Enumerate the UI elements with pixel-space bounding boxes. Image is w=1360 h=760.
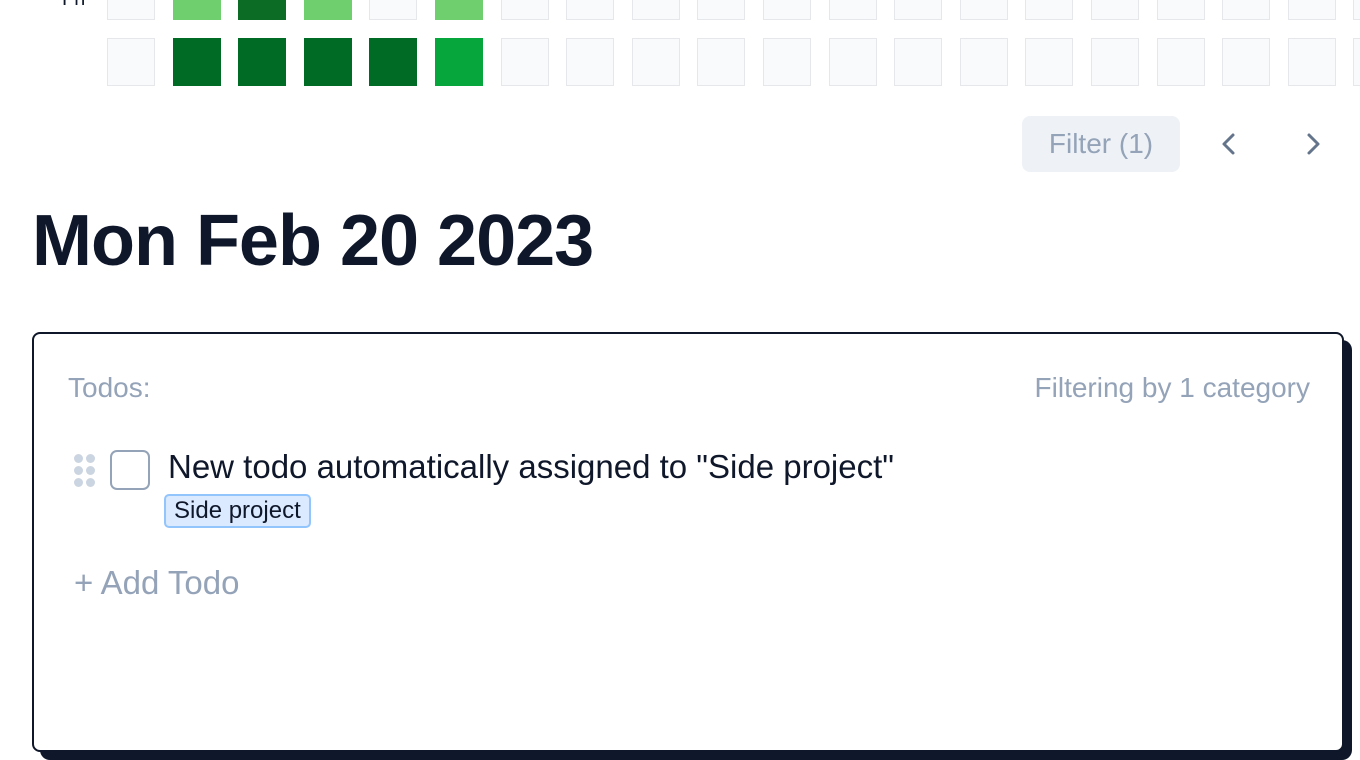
heatmap-cell[interactable]	[1222, 0, 1270, 20]
heatmap-cell[interactable]	[1157, 0, 1205, 20]
heatmap-cell[interactable]	[632, 0, 680, 20]
heatmap-cell[interactable]	[1025, 38, 1073, 86]
heatmap-cell[interactable]	[1288, 38, 1336, 86]
heatmap-day-label: Fri	[62, 0, 85, 11]
heatmap-cell[interactable]	[894, 0, 942, 20]
heatmap-cell[interactable]	[304, 38, 352, 86]
heatmap-cell[interactable]	[1222, 38, 1270, 86]
filter-status: Filtering by 1 category	[1034, 372, 1310, 403]
heatmap-cell[interactable]	[1091, 0, 1139, 20]
heatmap-cell[interactable]	[697, 38, 745, 86]
chevron-right-icon	[1307, 133, 1320, 155]
activity-heatmap: Fri	[0, 0, 1360, 100]
heatmap-cell[interactable]	[566, 38, 614, 86]
todo-text[interactable]: New todo automatically assigned to "Side…	[168, 448, 894, 486]
drag-handle-icon[interactable]	[74, 454, 98, 488]
add-todo-button[interactable]: + Add Todo	[74, 564, 239, 602]
heatmap-cell[interactable]	[501, 38, 549, 86]
heatmap-cell[interactable]	[632, 38, 680, 86]
heatmap-cell[interactable]	[107, 38, 155, 86]
heatmap-cell[interactable]	[1353, 0, 1360, 20]
heatmap-cell[interactable]	[763, 38, 811, 86]
heatmap-cell[interactable]	[238, 38, 286, 86]
heatmap-cell[interactable]	[173, 0, 221, 20]
todos-heading: Todos:	[68, 372, 151, 403]
heatmap-cell[interactable]	[697, 0, 745, 20]
heatmap-cell[interactable]	[1157, 38, 1205, 86]
chevron-left-icon	[1222, 133, 1235, 155]
heatmap-cell[interactable]	[763, 0, 811, 20]
todo-checkbox[interactable]	[110, 450, 150, 490]
heatmap-cell[interactable]	[369, 0, 417, 20]
heatmap-cell[interactable]	[1091, 38, 1139, 86]
heatmap-cell[interactable]	[107, 0, 155, 20]
heatmap-cell[interactable]	[435, 38, 483, 86]
heatmap-cell[interactable]	[501, 0, 549, 20]
category-tag[interactable]: Side project	[164, 494, 311, 528]
heatmap-cell[interactable]	[238, 0, 286, 20]
previous-day-button[interactable]	[1210, 124, 1250, 164]
heatmap-cell[interactable]	[435, 0, 483, 20]
heatmap-cell[interactable]	[894, 38, 942, 86]
heatmap-cell[interactable]	[960, 38, 1008, 86]
heatmap-cell[interactable]	[304, 0, 352, 20]
heatmap-cell[interactable]	[1353, 38, 1360, 86]
next-day-button[interactable]	[1292, 124, 1332, 164]
heatmap-cell[interactable]	[960, 0, 1008, 20]
heatmap-cell[interactable]	[829, 38, 877, 86]
todo-item: New todo automatically assigned to "Side…	[74, 446, 1274, 536]
heatmap-cell[interactable]	[1025, 0, 1073, 20]
date-title: Mon Feb 20 2023	[32, 201, 594, 281]
todos-card: Todos: Filtering by 1 category New todo …	[32, 332, 1344, 752]
heatmap-cell[interactable]	[369, 38, 417, 86]
heatmap-cell[interactable]	[566, 0, 614, 20]
filter-button[interactable]: Filter (1)	[1022, 116, 1180, 172]
heatmap-cell[interactable]	[829, 0, 877, 20]
heatmap-cell[interactable]	[173, 38, 221, 86]
heatmap-cell[interactable]	[1288, 0, 1336, 20]
